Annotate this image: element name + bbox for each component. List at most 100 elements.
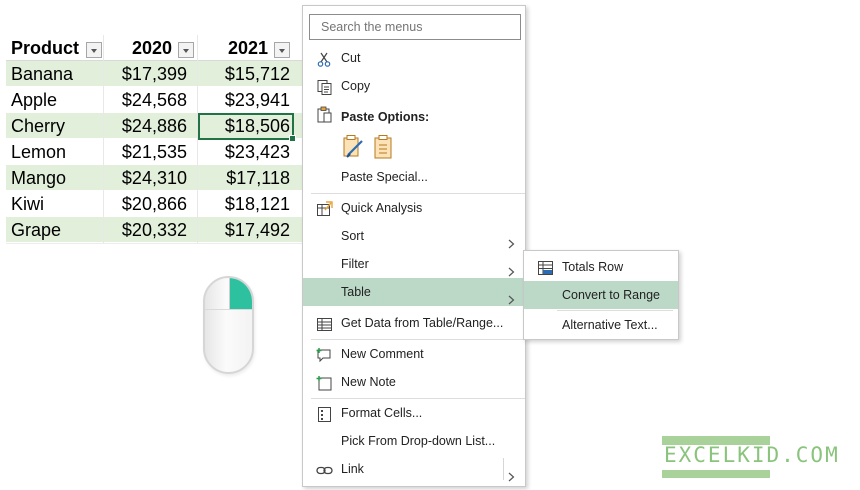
header-cell-product[interactable]: Product	[6, 35, 104, 61]
excel-table: Product 2020 2021 Banana $17,399 $15,712…	[6, 35, 304, 243]
menu-item-link[interactable]: Link	[303, 455, 525, 483]
table-row: Apple $24,568 $23,941	[6, 87, 304, 113]
chevron-right-icon	[508, 231, 515, 249]
menu-label: Filter	[341, 257, 369, 271]
menu-label: Link	[341, 462, 364, 476]
clipboard-icon	[316, 105, 333, 123]
table-grid-icon	[316, 315, 333, 332]
table-row: Banana $17,399 $15,712	[6, 61, 304, 87]
table-cell[interactable]: $17,399	[104, 61, 198, 87]
table-cell[interactable]: Kiwi	[6, 191, 104, 217]
header-cell-2020[interactable]: 2020	[104, 35, 198, 61]
context-menu: Cut Copy Paste Options: Paste Special...…	[302, 5, 526, 487]
active-cell-border	[198, 113, 296, 142]
menu-item-cut[interactable]: Cut	[303, 44, 525, 72]
table-cell[interactable]: $23,941	[198, 87, 294, 113]
chevron-right-icon	[508, 287, 515, 305]
menu-item-table[interactable]: Table	[303, 278, 525, 306]
menu-item-quick-analysis[interactable]: Quick Analysis	[303, 194, 525, 222]
right-click-indicator	[230, 278, 252, 309]
quick-analysis-icon	[316, 200, 333, 217]
copy-icon	[316, 78, 333, 95]
split-button-divider	[503, 458, 504, 480]
menu-label: Get Data from Table/Range...	[341, 316, 504, 330]
menu-label: New Note	[341, 375, 396, 389]
mouse-button-divider	[229, 278, 230, 310]
header-label-product: Product	[11, 38, 80, 58]
header-label-2020: 2020	[132, 38, 173, 58]
menu-item-format-cells[interactable]: Format Cells...	[303, 399, 525, 427]
menu-item-sort[interactable]: Sort	[303, 222, 525, 250]
table-cell[interactable]: Cherry	[6, 113, 104, 139]
paste-formatting-icon[interactable]	[343, 134, 365, 160]
filter-dropdown-icon[interactable]	[86, 42, 102, 58]
menu-label: Cut	[341, 51, 361, 65]
table-row: Mango $24,310 $17,118	[6, 165, 304, 191]
table-cell[interactable]: $17,492	[198, 217, 294, 243]
table-cell[interactable]: Banana	[6, 61, 104, 87]
submenu-label: Totals Row	[562, 260, 624, 274]
menu-label: Table	[341, 285, 371, 299]
menu-item-get-data[interactable]: Get Data from Table/Range...	[303, 309, 525, 337]
menu-item-pick-from-dropdown[interactable]: Pick From Drop-down List...	[303, 427, 525, 455]
mouse-body-line	[205, 309, 252, 310]
menu-label: Sort	[341, 229, 364, 243]
header-label-2021: 2021	[228, 38, 269, 58]
filter-dropdown-icon[interactable]	[274, 42, 290, 58]
submenu-item-totals-row[interactable]: Totals Row	[524, 253, 678, 281]
menu-label: Copy	[341, 79, 371, 93]
format-cells-icon	[316, 405, 333, 422]
table-cell[interactable]: $24,886	[104, 113, 198, 139]
table-cell[interactable]: $15,712	[198, 61, 294, 87]
table-cell[interactable]: $21,535	[104, 139, 198, 165]
table-row: Cherry $24,886 $18,506	[6, 113, 304, 142]
paste-options-label: Paste Options:	[341, 110, 430, 124]
menu-search-input[interactable]	[309, 14, 521, 40]
menu-item-filter[interactable]: Filter	[303, 250, 525, 278]
menu-label: Pick From Drop-down List...	[341, 434, 496, 448]
menu-label: Paste Special...	[341, 170, 428, 184]
submenu-label: Convert to Range	[562, 288, 660, 302]
table-cell[interactable]: $24,568	[104, 87, 198, 113]
menu-item-paste-special[interactable]: Paste Special...	[303, 163, 525, 191]
new-note-icon	[316, 374, 333, 391]
submenu-item-alternative-text[interactable]: Alternative Text...	[524, 311, 678, 339]
watermark-text: EXCELKID.COM	[664, 443, 840, 467]
table-submenu: Totals Row Convert to Range Alternative …	[523, 250, 679, 340]
menu-item-copy[interactable]: Copy	[303, 72, 525, 100]
table-cell[interactable]: $24,310	[104, 165, 198, 191]
table-header-row: Product 2020 2021	[6, 35, 304, 61]
mouse-illustration	[203, 276, 254, 374]
menu-item-new-note[interactable]: New Note	[303, 368, 525, 396]
table-cell[interactable]: Grape	[6, 217, 104, 243]
grid-line	[6, 243, 304, 244]
submenu-item-convert-to-range[interactable]: Convert to Range	[524, 281, 678, 309]
submenu-label: Alternative Text...	[562, 318, 658, 332]
table-cell[interactable]: Lemon	[6, 139, 104, 165]
table-row: Kiwi $20,866 $18,121	[6, 191, 304, 217]
paste-icon[interactable]	[373, 134, 395, 160]
table-row: Grape $20,332 $17,492	[6, 217, 304, 243]
menu-item-new-comment[interactable]: New Comment	[303, 340, 525, 368]
menu-label: Format Cells...	[341, 406, 423, 420]
table-cell[interactable]: $17,118	[198, 165, 294, 191]
chevron-right-icon	[508, 259, 515, 277]
totals-row-icon	[537, 259, 554, 276]
watermark-logo: EXCELKID.COM	[662, 436, 838, 480]
table-cell[interactable]: Mango	[6, 165, 104, 191]
filter-dropdown-icon[interactable]	[178, 42, 194, 58]
menu-label: New Comment	[341, 347, 424, 361]
table-cell[interactable]: Apple	[6, 87, 104, 113]
watermark-bar	[662, 470, 770, 478]
menu-label: Quick Analysis	[341, 201, 423, 215]
table-row: Lemon $21,535 $23,423	[6, 139, 304, 165]
scissors-icon	[316, 50, 333, 67]
table-cell[interactable]: $20,866	[104, 191, 198, 217]
table-cell[interactable]: $20,332	[104, 217, 198, 243]
table-cell[interactable]: $18,121	[198, 191, 294, 217]
table-cell[interactable]: $23,423	[198, 139, 294, 165]
new-comment-icon	[316, 346, 333, 363]
header-cell-2021[interactable]: 2021	[198, 35, 294, 61]
paste-options-row	[341, 134, 401, 160]
chevron-right-icon[interactable]	[508, 464, 515, 482]
